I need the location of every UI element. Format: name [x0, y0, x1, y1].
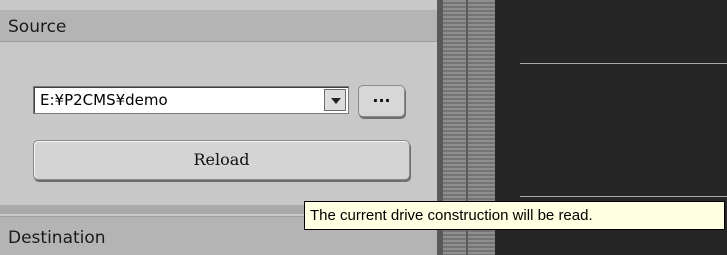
destination-header-label: Destination [8, 228, 106, 248]
chevron-down-icon [331, 98, 341, 104]
source-path-combobox[interactable]: E:¥P2CMS¥demo [33, 86, 349, 114]
dropdown-arrow-button[interactable] [324, 89, 346, 111]
reload-button[interactable]: Reload [33, 140, 410, 180]
source-path-value: E:¥P2CMS¥demo [40, 91, 168, 109]
tooltip-text: The current drive construction will be r… [310, 207, 593, 224]
browse-button[interactable]: ... [358, 85, 405, 117]
tooltip: The current drive construction will be r… [304, 201, 725, 230]
source-header-label: Source [8, 17, 67, 37]
source-header: Source [0, 10, 437, 42]
right-panel-line [520, 196, 727, 197]
right-panel-line [520, 63, 727, 64]
